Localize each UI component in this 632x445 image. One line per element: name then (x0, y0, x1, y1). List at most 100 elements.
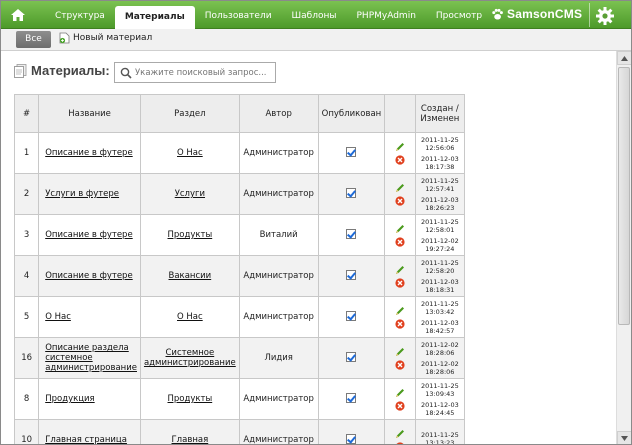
nav-item-structure[interactable]: Структура (45, 1, 115, 29)
section-link[interactable]: Продукты (168, 394, 213, 404)
sub-toolbar: Все Новый материал (1, 29, 631, 51)
section-link[interactable]: Продукты (168, 230, 213, 240)
search-input[interactable] (135, 65, 273, 80)
material-link[interactable]: О Нас (45, 312, 71, 322)
published-checkbox[interactable] (346, 228, 357, 239)
created-date: 2011-11-25 12:58:01 (420, 217, 459, 234)
edit-pencil-icon[interactable] (395, 142, 405, 152)
edit-pencil-icon[interactable] (395, 265, 405, 275)
delete-icon[interactable] (395, 277, 405, 288)
delete-icon[interactable] (395, 154, 405, 165)
modified-date: 2011-12-03 18:17:38 (420, 154, 459, 171)
edit-pencil-icon[interactable] (395, 224, 405, 234)
all-button[interactable]: Все (16, 31, 51, 48)
edit-pencil-icon[interactable] (395, 183, 405, 193)
cell-author: Администратор (238, 419, 319, 444)
delete-icon[interactable] (395, 400, 405, 411)
table-row: 16 Описание раздела системное администрир… (13, 337, 466, 379)
nav-item-templates[interactable]: Шаблоны (282, 1, 347, 29)
cell-name: Описание в футере (38, 214, 141, 256)
brand-logo: SamsonCMS (491, 7, 582, 21)
cell-author: Лидия (238, 337, 319, 379)
material-link[interactable]: Описание раздела системное администриров… (45, 343, 137, 373)
cell-actions (384, 132, 416, 174)
edit-pencil-icon[interactable] (395, 306, 405, 316)
material-link[interactable]: Продукция (45, 394, 94, 404)
published-checkbox[interactable] (346, 392, 357, 403)
cell-author: Администратор (238, 378, 319, 420)
delete-icon[interactable] (395, 236, 405, 247)
material-link[interactable]: Главная страница (45, 435, 127, 444)
app-window: Структура Материалы Пользователи Шаблоны… (0, 0, 632, 445)
delete-icon[interactable] (395, 359, 405, 370)
edit-pencil-icon[interactable] (395, 347, 405, 357)
scroll-down-button[interactable] (617, 431, 631, 444)
nav-item-materials[interactable]: Материалы (114, 6, 195, 29)
cell-section: О Нас (139, 132, 240, 174)
created-date: 2011-12-02 18:28:06 (420, 340, 459, 357)
section-link[interactable]: Системное администрирование (144, 348, 236, 368)
cell-dates: 2011-11-25 13:03:42 2011-12-03 18:42:57 (414, 296, 466, 338)
settings-button[interactable] (595, 6, 615, 26)
cell-published (317, 255, 386, 297)
new-material-button[interactable]: Новый материал (59, 32, 152, 44)
published-checkbox[interactable] (346, 269, 357, 280)
published-checkbox[interactable] (346, 146, 357, 157)
divider (589, 3, 590, 27)
cell-actions (384, 296, 416, 338)
col-dates[interactable]: Создан / Изменен (414, 94, 466, 133)
cell-section: О Нас (139, 296, 240, 338)
published-checkbox[interactable] (346, 433, 357, 444)
created-date: 2011-11-25 12:58:20 (420, 258, 459, 275)
search-icon (120, 67, 132, 79)
modified-date: 2011-12-03 18:42:57 (420, 318, 459, 335)
table-row: 8 Продукция Продукты Администратор 2011-11-2… (13, 378, 466, 420)
cell-actions (384, 214, 416, 256)
created-date: 2011-11-25 12:57:41 (420, 176, 459, 193)
section-link[interactable]: Вакансии (169, 271, 212, 281)
brand-name: SamsonCMS (507, 7, 583, 21)
col-name[interactable]: Название (38, 94, 141, 133)
col-section[interactable]: Раздел (139, 94, 240, 133)
vertical-scrollbar[interactable] (616, 51, 631, 444)
cell-name: Описание раздела системное администриров… (38, 337, 141, 379)
edit-pencil-icon[interactable] (395, 429, 405, 439)
arrow-down-icon (621, 435, 628, 441)
delete-icon[interactable] (395, 441, 405, 445)
col-author[interactable]: Автор (238, 94, 319, 133)
section-link[interactable]: Главная (172, 435, 209, 444)
cell-actions (384, 255, 416, 297)
col-published[interactable]: Опубликован (317, 94, 386, 133)
published-checkbox[interactable] (346, 351, 357, 362)
delete-icon[interactable] (395, 318, 405, 329)
home-button[interactable] (5, 4, 31, 26)
scroll-thumb[interactable] (618, 67, 630, 325)
nav-item-preview[interactable]: Просмотр (426, 1, 492, 29)
cell-name: Главная страница (38, 419, 141, 444)
section-link[interactable]: Услуги (175, 189, 205, 199)
material-link[interactable]: Описание в футере (45, 148, 132, 158)
section-link[interactable]: О Нас (177, 312, 203, 322)
scroll-up-button[interactable] (617, 51, 631, 65)
table-row: 3 Описание в футере Продукты Виталий 2011-11… (13, 214, 466, 256)
material-link[interactable]: Услуги в футере (45, 189, 119, 199)
created-date: 2011-11-25 13:09:43 (420, 381, 459, 398)
cell-author: Администратор (238, 132, 319, 174)
section-link[interactable]: О Нас (177, 148, 203, 158)
delete-icon[interactable] (395, 195, 405, 206)
edit-pencil-icon[interactable] (395, 388, 405, 398)
published-checkbox[interactable] (346, 187, 357, 198)
modified-date: 2011-12-03 18:26:23 (420, 195, 459, 212)
nav-item-phpmyadmin[interactable]: PHPMyAdmin (347, 1, 426, 29)
cell-id: 2 (13, 173, 40, 215)
material-link[interactable]: Описание в футере (45, 230, 132, 240)
cell-actions (384, 419, 416, 445)
cell-id: 1 (13, 132, 40, 174)
col-id[interactable]: # (13, 94, 40, 133)
page-title: Материалы: (31, 63, 110, 78)
published-checkbox[interactable] (346, 310, 357, 321)
cell-dates: 2011-11-25 12:58:20 2011-12-03 18:18:31 (414, 255, 466, 297)
nav-item-users[interactable]: Пользователи (195, 1, 282, 29)
modified-date: 2011-12-03 18:18:31 (420, 277, 459, 294)
material-link[interactable]: Описание в футере (45, 271, 132, 281)
